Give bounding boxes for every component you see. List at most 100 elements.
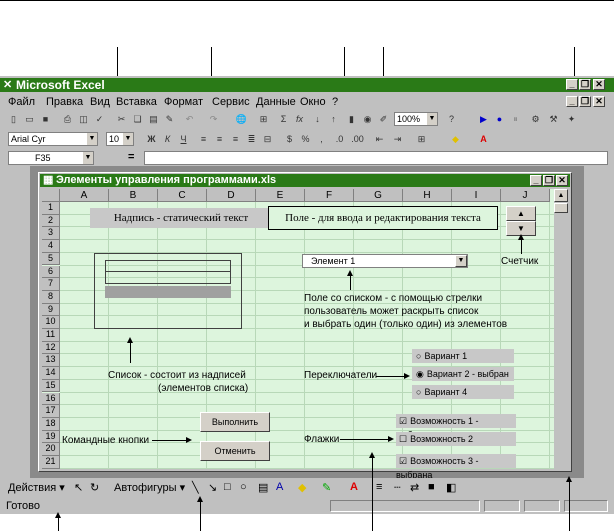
draw-actions-menu[interactable]: Действия ▾ bbox=[8, 481, 65, 494]
increase-indent-icon[interactable]: ⇥ bbox=[390, 132, 405, 146]
align-center-icon[interactable]: ≡ bbox=[212, 132, 227, 146]
row-header[interactable]: 9 bbox=[42, 303, 60, 317]
font-name-select[interactable]: Arial Cyr ▼ bbox=[8, 132, 98, 146]
autosum-icon[interactable]: Σ bbox=[276, 112, 291, 126]
align-right-icon[interactable]: ≡ bbox=[228, 132, 243, 146]
arrow-style-icon[interactable]: ⇄ bbox=[410, 481, 419, 494]
decrease-indent-icon[interactable]: ⇤ bbox=[372, 132, 387, 146]
minimize-button[interactable]: _ bbox=[566, 79, 578, 90]
sort-desc-icon[interactable]: ↑ bbox=[326, 112, 341, 126]
select-pointer-icon[interactable]: ↖ bbox=[74, 481, 83, 494]
autoshapes-menu[interactable]: Автофигуры ▾ bbox=[114, 481, 185, 494]
row-header[interactable]: 21 bbox=[42, 456, 60, 469]
percent-icon[interactable]: % bbox=[298, 132, 313, 146]
row-header[interactable]: 4 bbox=[42, 240, 60, 253]
wb-restore-button[interactable]: ❐ bbox=[543, 175, 555, 186]
checkbox-option[interactable]: ☐ Возможность 2 bbox=[396, 432, 516, 446]
textbox-icon[interactable]: ▤ bbox=[258, 481, 268, 494]
row-header[interactable]: 14 bbox=[42, 367, 60, 380]
web-icon[interactable]: ⊞ bbox=[256, 112, 271, 126]
menu-help[interactable]: ? bbox=[332, 96, 338, 108]
row-header[interactable]: 8 bbox=[42, 290, 60, 304]
doc-restore-button[interactable]: ❐ bbox=[579, 96, 591, 107]
list-item-selected[interactable] bbox=[105, 286, 231, 298]
drawing-icon[interactable]: ✐ bbox=[376, 112, 391, 126]
row-header[interactable]: 20 bbox=[42, 443, 60, 456]
checkbox-option-checked[interactable]: ☑ Возможность 3 - выбрана bbox=[396, 454, 516, 480]
row-header[interactable]: 13 bbox=[42, 354, 60, 368]
column-header[interactable]: D bbox=[207, 189, 256, 202]
list-item[interactable] bbox=[105, 272, 231, 284]
combo-box-sample[interactable]: Элемент 1 ▼ bbox=[302, 254, 468, 268]
fill-color-icon[interactable]: ◆ bbox=[448, 132, 463, 146]
row-header[interactable]: 19 bbox=[42, 430, 60, 444]
menu-data[interactable]: Данные bbox=[256, 96, 296, 108]
help-icon[interactable]: ? bbox=[444, 112, 459, 126]
column-header[interactable]: E bbox=[256, 189, 305, 202]
hyperlink-icon[interactable]: 🌐 bbox=[234, 112, 249, 126]
borders-icon[interactable]: ⊞ bbox=[414, 132, 429, 146]
name-box[interactable]: F35 ▼ bbox=[8, 151, 94, 165]
row-header[interactable]: 12 bbox=[42, 341, 60, 355]
font-color-icon[interactable]: A bbox=[476, 132, 491, 146]
dash-style-icon[interactable]: ┄ bbox=[394, 481, 401, 494]
format-painter-icon[interactable]: ✎ bbox=[162, 112, 177, 126]
menu-edit[interactable]: Правка bbox=[46, 96, 83, 108]
column-header[interactable]: I bbox=[452, 189, 501, 202]
save-icon[interactable]: ■ bbox=[38, 112, 53, 126]
menu-view[interactable]: Вид bbox=[90, 96, 110, 108]
wb-minimize-button[interactable]: _ bbox=[530, 175, 542, 186]
row-header[interactable]: 15 bbox=[42, 379, 60, 393]
print-icon[interactable]: ⎙ bbox=[60, 112, 75, 126]
menu-insert[interactable]: Вставка bbox=[116, 96, 157, 108]
vertical-scrollbar[interactable]: ▲ bbox=[554, 189, 568, 469]
line-style-icon[interactable]: ≡ bbox=[376, 481, 382, 493]
menu-file[interactable]: Файл bbox=[8, 96, 35, 108]
macro-icon[interactable]: ⚙ bbox=[528, 112, 543, 126]
zoom-select[interactable]: 100% ▼ bbox=[394, 112, 438, 126]
row-header[interactable]: 6 bbox=[42, 265, 60, 279]
rectangle-icon[interactable]: □ bbox=[224, 481, 231, 493]
row-header[interactable]: 16 bbox=[42, 392, 60, 406]
menu-format[interactable]: Формат bbox=[164, 96, 203, 108]
currency-icon[interactable]: $ bbox=[282, 132, 297, 146]
sort-asc-icon[interactable]: ↓ bbox=[310, 112, 325, 126]
align-left-icon[interactable]: ≡ bbox=[196, 132, 211, 146]
row-header[interactable]: 7 bbox=[42, 278, 60, 291]
column-header[interactable]: H bbox=[403, 189, 452, 202]
free-rotate-icon[interactable]: ↻ bbox=[90, 481, 99, 494]
edit-box-sample[interactable]: Поле - для ввода и редактирования текста bbox=[268, 206, 498, 230]
checkbox-option-checked[interactable]: ☑Возможность 1 - выбрана bbox=[396, 414, 516, 440]
formula-input[interactable] bbox=[144, 151, 608, 165]
row-header[interactable]: 17 bbox=[42, 405, 60, 418]
underline-icon[interactable]: Ч bbox=[176, 132, 191, 146]
list-box-sample[interactable] bbox=[94, 253, 242, 329]
italic-icon[interactable]: К bbox=[160, 132, 175, 146]
column-header[interactable]: G bbox=[354, 189, 403, 202]
radio-option[interactable]: ○ Вариант 1 bbox=[412, 349, 514, 363]
row-header[interactable]: 5 bbox=[42, 252, 60, 266]
radio-option[interactable]: ○ Вариант 4 bbox=[412, 385, 514, 399]
row-header[interactable]: 18 bbox=[42, 417, 60, 431]
scroll-up-icon[interactable]: ▲ bbox=[554, 189, 568, 202]
list-item[interactable] bbox=[105, 260, 231, 272]
wordart-icon[interactable]: A bbox=[276, 481, 283, 493]
oval-icon[interactable]: ○ bbox=[240, 481, 247, 493]
row-header[interactable]: 3 bbox=[42, 227, 60, 241]
wizard-icon[interactable]: ✦ bbox=[564, 112, 579, 126]
paste-icon[interactable]: ▤ bbox=[146, 112, 161, 126]
shadow-icon[interactable]: ■ bbox=[428, 481, 435, 493]
new-icon[interactable]: ▯ bbox=[6, 112, 21, 126]
record-icon[interactable]: ● bbox=[492, 112, 507, 126]
column-header[interactable]: B bbox=[109, 189, 158, 202]
redo-icon[interactable]: ↷ bbox=[206, 112, 221, 126]
spelling-icon[interactable]: ✓ bbox=[92, 112, 107, 126]
play-icon[interactable]: ▶ bbox=[476, 112, 491, 126]
justify-icon[interactable]: ≣ bbox=[244, 132, 259, 146]
chevron-down-icon[interactable]: ▼ bbox=[455, 255, 467, 267]
cut-icon[interactable]: ✂ bbox=[114, 112, 129, 126]
menu-window[interactable]: Окно bbox=[300, 96, 326, 108]
open-icon[interactable]: ▭ bbox=[22, 112, 37, 126]
row-header[interactable]: 1 bbox=[42, 202, 60, 215]
row-header[interactable]: 10 bbox=[42, 316, 60, 329]
